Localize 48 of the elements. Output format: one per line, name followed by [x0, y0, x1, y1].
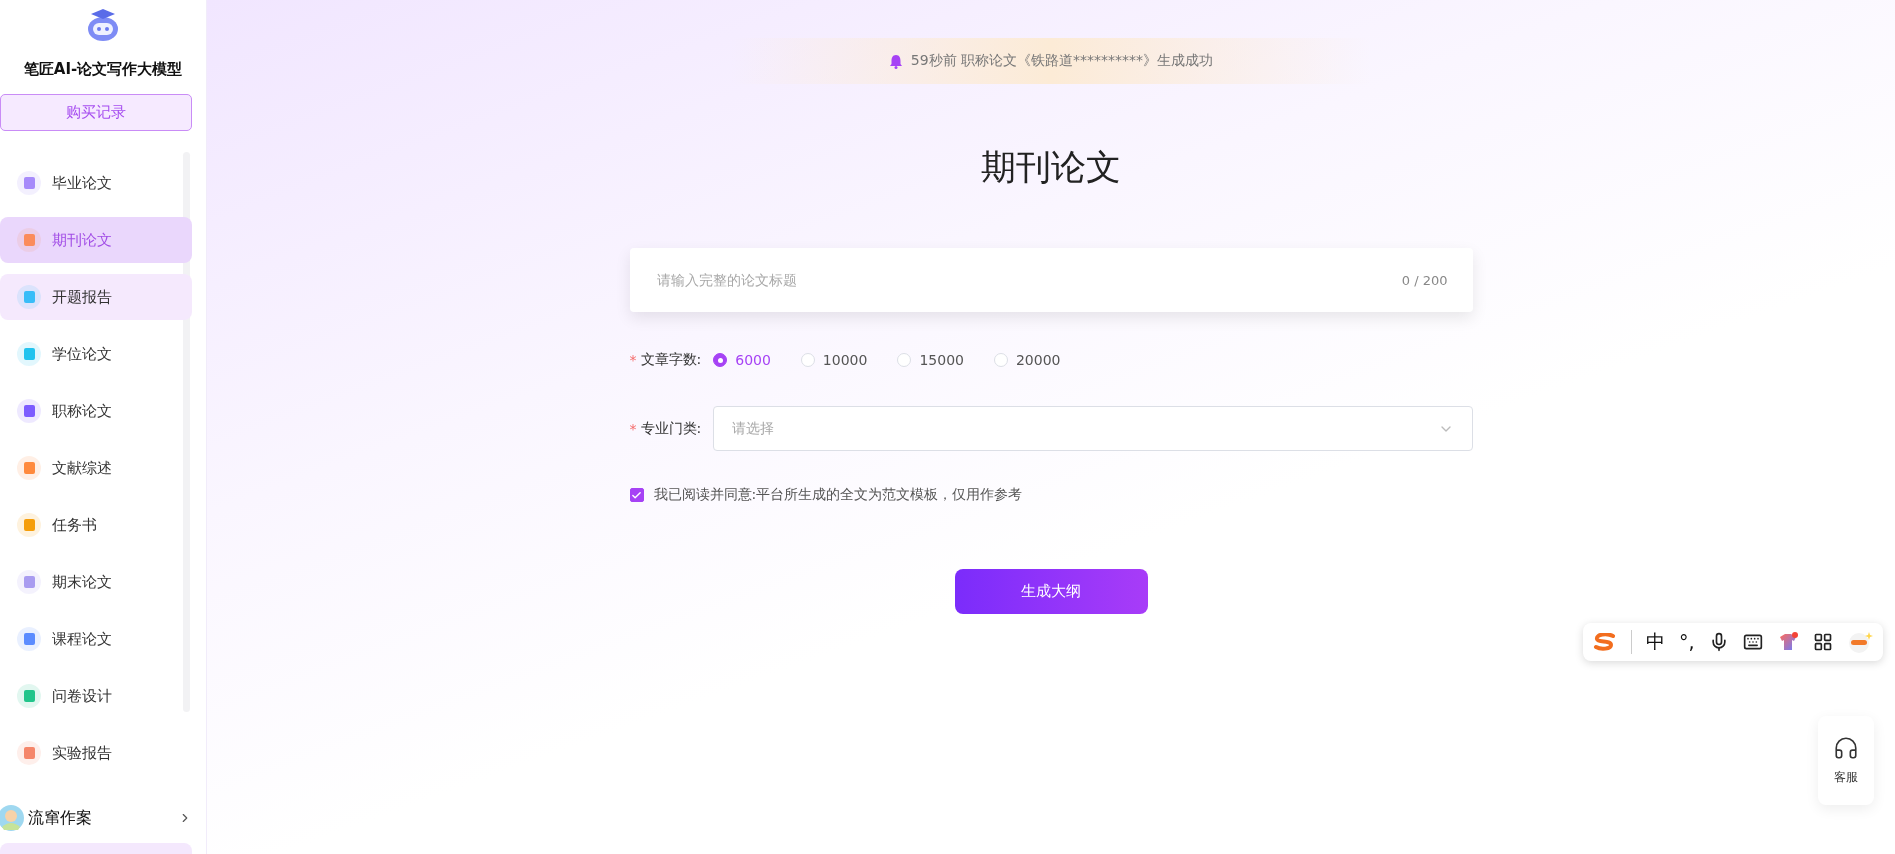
notification-text: 59秒前 职称论文《铁路道**********》生成成功 [910, 52, 1214, 70]
nav-item[interactable]: 期末论文 [0, 559, 192, 605]
required-mark: * [629, 420, 637, 437]
nav-item[interactable]: 开题报告 [0, 274, 192, 320]
customer-service-button[interactable]: 客服 [1818, 716, 1874, 805]
title-input-field[interactable]: 请输入完整的论文标题 [654, 271, 1402, 289]
s-logo-icon[interactable] [1593, 633, 1617, 651]
avatar [0, 805, 24, 831]
word-count-radio[interactable]: 10000 [800, 352, 868, 368]
nav-item[interactable]: 文献综述 [0, 445, 192, 491]
document-icon [17, 684, 41, 708]
document-icon [17, 456, 41, 480]
headset-icon [1833, 735, 1859, 761]
nav-item[interactable]: 学位论文 [0, 331, 192, 377]
document-icon [17, 171, 41, 195]
document-icon [17, 285, 41, 309]
user-name: 流窜作案 [28, 807, 93, 829]
major-label: 专业门类: [640, 419, 702, 438]
document-icon [17, 570, 41, 594]
nav-item[interactable]: 问卷设计 [0, 673, 192, 719]
grid-icon[interactable] [1812, 632, 1833, 652]
brand-title: 笔匠AI-论文写作大模型 [22, 60, 184, 79]
bell-icon [888, 53, 903, 69]
keyboard-icon[interactable] [1742, 632, 1763, 652]
agreement-text: 我已阅读并同意:平台所生成的全文为范文模板，仅用作参考 [653, 486, 1023, 504]
document-icon [17, 513, 41, 537]
nav-item[interactable]: 实验报告 [0, 730, 192, 776]
generate-outline-button[interactable]: 生成大纲 [954, 569, 1148, 614]
nav-item[interactable]: 任务书 [0, 502, 192, 548]
document-icon [17, 399, 41, 423]
word-count-radio[interactable]: 15000 [897, 352, 964, 368]
purchase-records-button[interactable]: 购买记录 [0, 94, 192, 131]
punctuation-toggle[interactable]: °, [1679, 631, 1695, 653]
nav-item[interactable]: 职称论文 [0, 388, 192, 434]
word-count-label: 文章字数: [640, 351, 702, 369]
input-mode-toggle[interactable]: 中 [1646, 629, 1665, 655]
document-icon [17, 741, 41, 765]
document-icon [17, 627, 41, 651]
word-count-radio[interactable]: 20000 [993, 352, 1061, 368]
document-icon [17, 228, 41, 252]
word-count-radio[interactable]: 6000 [713, 352, 771, 368]
page-title: 期刊论文 [981, 146, 1121, 189]
nav-item[interactable]: 课程论文 [0, 616, 192, 662]
nav-item[interactable]: 毕业论文 [0, 160, 192, 206]
agreement-checkbox[interactable] [629, 488, 644, 502]
character-counter: 0 / 200 [1401, 272, 1448, 288]
document-icon [17, 342, 41, 366]
required-mark: * [629, 352, 637, 368]
